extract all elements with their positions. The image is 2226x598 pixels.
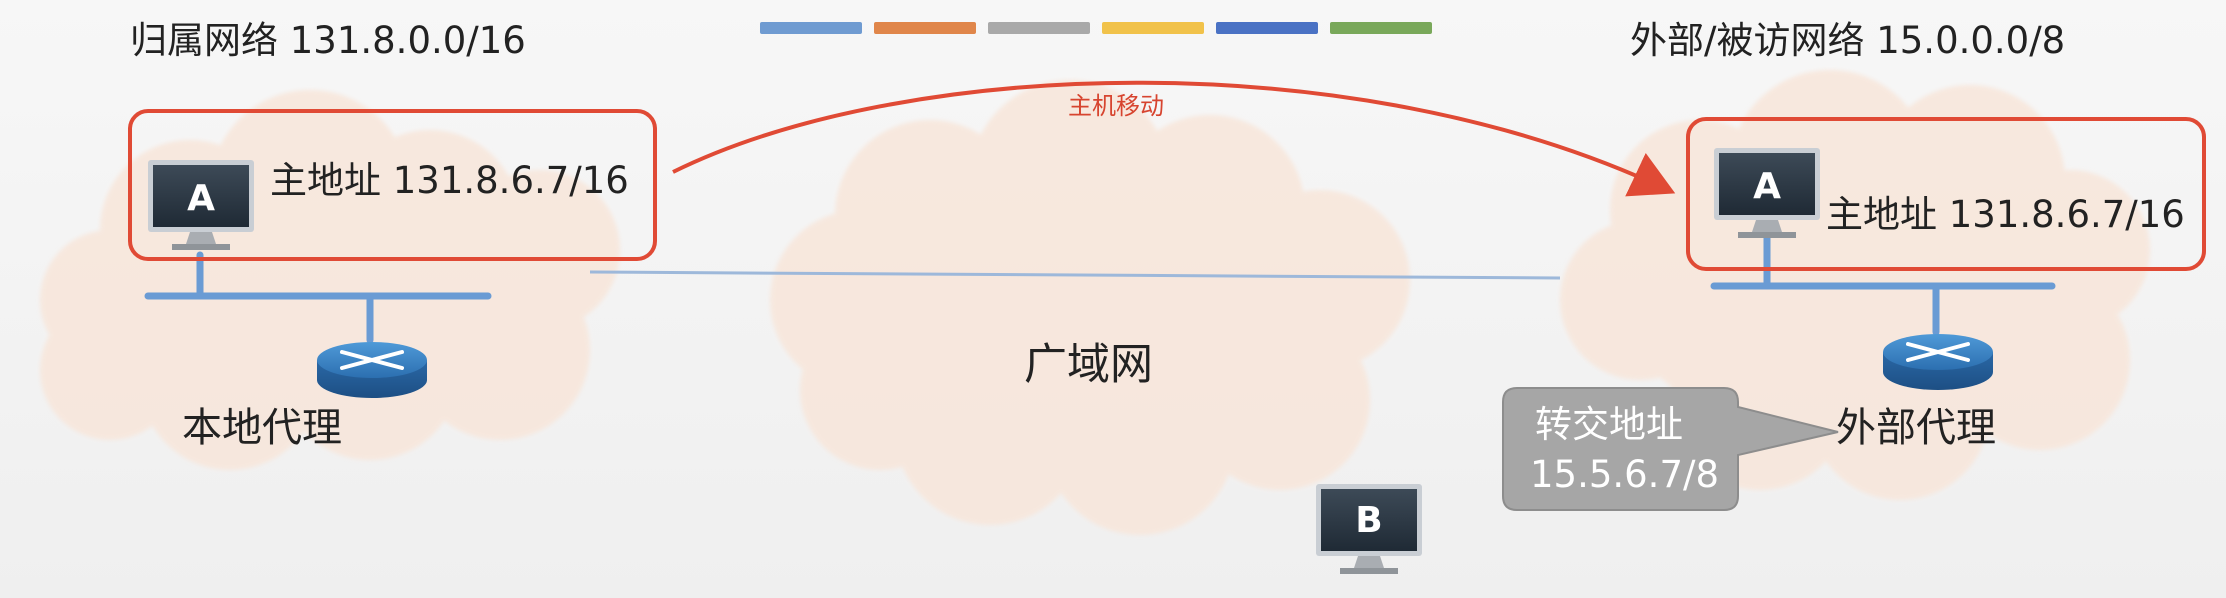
wan-label: 广域网 [1024,340,1153,390]
home-agent-router-icon [317,342,427,398]
foreign-host-address: 主地址 131.8.6.7/16 [1826,193,2185,236]
host-b-letter: B [1355,500,1382,541]
mobile-ip-diagram: A A B 归属网络 131.8.0.0/16 外部/被访网络 15.0.0.0… [0,0,2226,598]
host-move-label: 主机移动 [1068,92,1164,120]
foreign-agent-label: 外部代理 [1836,405,1996,451]
palette-swatch [874,22,976,34]
host-b-monitor-icon: B [1316,484,1422,574]
wan-cloud [770,80,1410,535]
palette-swatch [988,22,1090,34]
palette-swatch [1216,22,1318,34]
palette-swatch [1102,22,1204,34]
color-palette-strip [760,22,1432,34]
care-of-address-line2: 15.5.6.7/8 [1530,453,1719,496]
diagram-canvas: A A B [40,22,2206,574]
home-agent-label: 本地代理 [182,405,342,451]
host-a-home-letter: A [187,178,215,219]
palette-swatch [1330,22,1432,34]
care-of-address-line1: 转交地址 [1535,403,1683,446]
host-a-foreign-letter: A [1753,166,1781,207]
home-network-title: 归属网络 131.8.0.0/16 [130,19,526,62]
palette-swatch [760,22,862,34]
foreign-network-title: 外部/被访网络 15.0.0.0/8 [1630,19,2066,62]
home-host-address: 主地址 131.8.6.7/16 [270,159,629,202]
foreign-agent-router-icon [1883,334,1993,390]
